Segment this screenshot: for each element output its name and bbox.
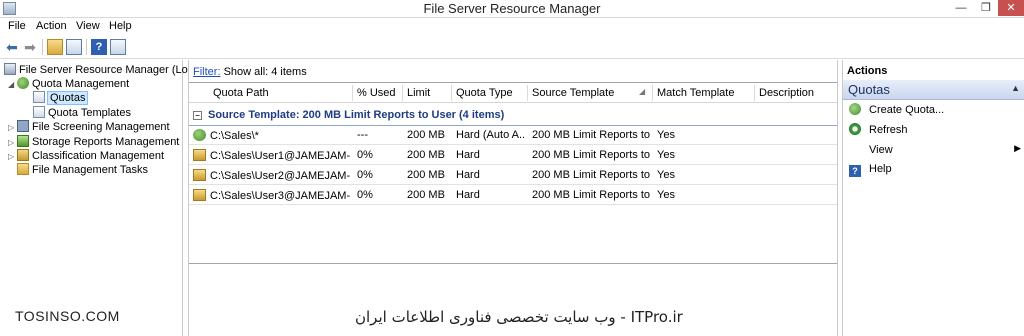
show-hide-tree-icon[interactable] xyxy=(66,39,82,55)
toolbar-separator xyxy=(86,39,87,55)
window-title: File Server Resource Manager xyxy=(423,1,601,16)
quotas-icon xyxy=(33,91,45,103)
tree-item-file-screening[interactable]: ▷ File Screening Management xyxy=(8,120,170,134)
filter-text: Show all: 4 items xyxy=(223,66,307,78)
tree-item-quotas[interactable]: Quotas xyxy=(33,91,89,105)
action-view[interactable]: View ▶ xyxy=(849,143,1023,156)
table-row[interactable]: C:\Sales\* --- 200 MB Hard (Auto A... 20… xyxy=(189,126,837,145)
column-header-match-template[interactable]: Match Template xyxy=(653,85,755,101)
menu-help[interactable]: Help xyxy=(109,20,132,32)
file-screening-icon xyxy=(17,120,29,132)
column-header-used[interactable]: % Used xyxy=(353,85,403,101)
quota-templates-icon xyxy=(33,106,45,118)
filter-bar: Filter: Show all: 4 items xyxy=(193,66,307,78)
close-button[interactable]: ✕ xyxy=(998,0,1024,16)
forward-arrow-icon[interactable]: ➡ xyxy=(22,39,38,55)
action-refresh[interactable]: Refresh xyxy=(849,123,1019,136)
menu-bar: File Action View Help xyxy=(0,18,1024,35)
quota-folder-icon xyxy=(193,169,206,181)
help-icon: ? xyxy=(849,165,861,177)
auto-apply-quota-icon xyxy=(193,129,206,141)
column-header-source-template[interactable]: Source Template xyxy=(528,85,653,101)
classification-icon xyxy=(17,149,29,161)
menu-file[interactable]: File xyxy=(8,20,26,32)
collapse-arrow-icon[interactable]: ◢ xyxy=(8,78,17,92)
tree-item-quota-management[interactable]: ◢ Quota Management xyxy=(8,77,129,91)
table-row[interactable]: C:\Sales\User2@JAMEJAM-K... 0% 200 MB Ha… xyxy=(189,166,837,185)
tree-item-file-tasks[interactable]: File Management Tasks xyxy=(17,163,148,177)
watermark-left: TOSINSO.COM xyxy=(15,308,120,324)
table-row[interactable]: C:\Sales\User1@JAMEJAM-K... 0% 200 MB Ha… xyxy=(189,146,837,165)
collapse-section-icon[interactable]: ▲ xyxy=(1011,83,1020,93)
actions-title: Actions xyxy=(847,65,888,77)
toolbar-separator xyxy=(42,39,43,55)
submenu-arrow-icon: ▶ xyxy=(1014,143,1021,153)
actions-section-quotas[interactable]: Quotas ▲ xyxy=(843,80,1024,100)
storage-reports-icon xyxy=(17,135,29,147)
menu-action[interactable]: Action xyxy=(36,20,67,32)
menu-view[interactable]: View xyxy=(76,20,100,32)
tree-item-quota-templates[interactable]: Quota Templates xyxy=(33,106,131,120)
group-header[interactable]: − Source Template: 200 MB Limit Reports t… xyxy=(193,109,504,121)
tree-item-classification[interactable]: ▷ Classification Management xyxy=(8,149,164,163)
expand-arrow-icon[interactable]: ▷ xyxy=(8,136,17,150)
column-header-limit[interactable]: Limit xyxy=(403,85,452,101)
title-bar: File Server Resource Manager — ❐ ✕ xyxy=(0,0,1024,18)
action-help[interactable]: ? Help xyxy=(849,163,1019,177)
tree-item-storage-reports[interactable]: ▷ Storage Reports Management xyxy=(8,135,179,149)
file-tasks-icon xyxy=(17,163,29,175)
help-icon[interactable]: ? xyxy=(91,39,107,55)
expand-arrow-icon[interactable]: ▷ xyxy=(8,121,17,135)
refresh-icon xyxy=(849,123,861,135)
toolbar: ⬅ ➡ ? xyxy=(0,35,1024,59)
up-folder-icon[interactable] xyxy=(47,39,63,55)
sort-indicator-icon: ◢ xyxy=(639,87,646,96)
column-header-quota-type[interactable]: Quota Type xyxy=(452,85,528,101)
create-quota-icon xyxy=(849,103,861,115)
navigation-tree: File Server Resource Manager (Local) ◢ Qu… xyxy=(0,60,205,336)
maximize-button[interactable]: ❐ xyxy=(975,0,997,16)
minimize-button[interactable]: — xyxy=(950,0,972,16)
actions-pane: Actions Quotas ▲ Create Quota... Refresh… xyxy=(842,60,1024,336)
quota-list: Quota Path % Used Limit Quota Type Sourc… xyxy=(189,82,837,264)
column-header-description[interactable]: Description xyxy=(755,85,837,101)
quota-folder-icon xyxy=(193,189,206,201)
expand-arrow-icon[interactable]: ▷ xyxy=(8,150,17,164)
quota-folder-icon xyxy=(193,149,206,161)
column-header-quota-path[interactable]: Quota Path xyxy=(189,85,353,101)
tree-item-root[interactable]: File Server Resource Manager (Local) xyxy=(4,63,205,77)
view-icon xyxy=(849,143,861,155)
filter-link[interactable]: Filter: xyxy=(193,66,221,78)
header-divider xyxy=(189,102,837,103)
server-icon xyxy=(4,63,16,75)
back-arrow-icon[interactable]: ⬅ xyxy=(4,39,20,55)
action-create-quota[interactable]: Create Quota... xyxy=(849,103,1019,116)
table-row[interactable]: C:\Sales\User3@JAMEJAM-K... 0% 200 MB Ha… xyxy=(189,186,837,205)
group-collapse-icon[interactable]: − xyxy=(193,111,202,120)
quota-management-icon xyxy=(17,77,29,89)
results-pane: Filter: Show all: 4 items Quota Path % U… xyxy=(188,60,838,336)
show-hide-action-pane-icon[interactable] xyxy=(110,39,126,55)
watermark-right: ITPro.ir - وب سایت تخصصی فناوری اطلاعات … xyxy=(355,308,683,326)
